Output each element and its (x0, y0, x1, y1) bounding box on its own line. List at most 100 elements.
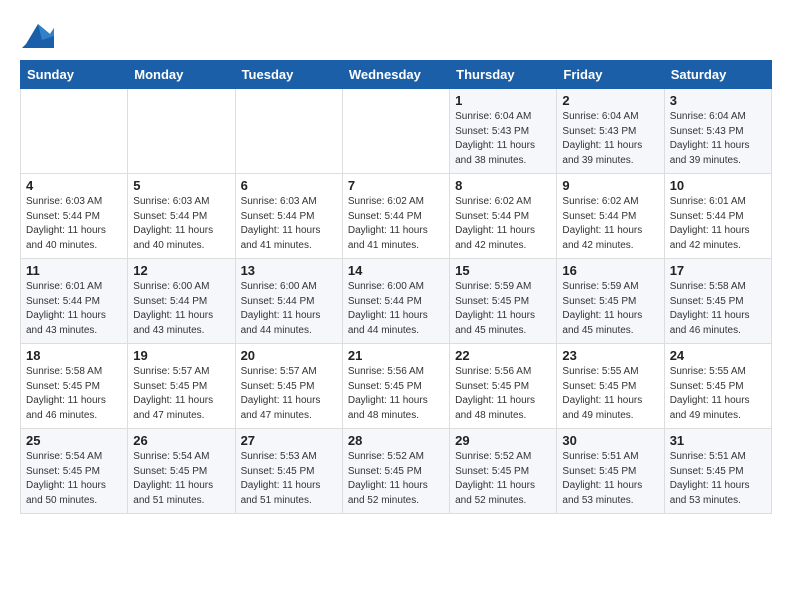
day-info: Sunrise: 6:03 AM Sunset: 5:44 PM Dayligh… (241, 195, 337, 253)
week-row-1: 1 Sunrise: 6:04 AM Sunset: 5:43 PM Daylig… (21, 89, 772, 174)
day-number: 8 (455, 178, 551, 193)
day-number: 4 (26, 178, 122, 193)
day-info: Sunrise: 5:54 AM Sunset: 5:45 PM Dayligh… (133, 450, 229, 508)
calendar-cell: 20Sunrise: 5:57 AM Sunset: 5:45 PM Dayli… (235, 344, 342, 429)
weekday-saturday: Saturday (664, 61, 771, 89)
day-info: Sunrise: 6:04 AM Sunset: 5:43 PM Dayligh… (455, 110, 551, 168)
day-number: 18 (26, 348, 122, 363)
calendar-cell: 27 Sunrise: 5:53 AM Sunset: 5:45 PM Dayli… (235, 429, 342, 514)
day-number: 25 (26, 433, 122, 448)
page: SundayMondayTuesdayWednesdayThursdayFrid… (0, 0, 792, 534)
calendar-cell: 13 Sunrise: 6:00 AM Sunset: 5:44 PM Dayli… (235, 259, 342, 344)
day-number: 7 (348, 178, 444, 193)
day-info: Sunrise: 5:58 AM Sunset: 5:45 PM Dayligh… (670, 280, 766, 338)
day-info: Sunrise: 5:59 AM Sunset: 5:45 PM Dayligh… (455, 280, 551, 338)
day-number: 21 (348, 348, 444, 363)
calendar-cell: 18 Sunrise: 5:58 AM Sunset: 5:45 PM Dayli… (21, 344, 128, 429)
day-info: Sunrise: 5:52 AM Sunset: 5:45 PM Dayligh… (348, 450, 444, 508)
day-number: 13 (241, 263, 337, 278)
calendar-cell: 17 Sunrise: 5:58 AM Sunset: 5:45 PM Dayli… (664, 259, 771, 344)
calendar-cell: 29 Sunrise: 5:52 AM Sunset: 5:45 PM Dayli… (450, 429, 557, 514)
day-number: 12 (133, 263, 229, 278)
calendar-cell (342, 89, 449, 174)
day-info: Sunrise: 6:01 AM Sunset: 5:44 PM Dayligh… (670, 195, 766, 253)
weekday-tuesday: Tuesday (235, 61, 342, 89)
weekday-wednesday: Wednesday (342, 61, 449, 89)
calendar-cell: 10Sunrise: 6:01 AM Sunset: 5:44 PM Dayli… (664, 174, 771, 259)
weekday-monday: Monday (128, 61, 235, 89)
calendar-cell: 22 Sunrise: 5:56 AM Sunset: 5:45 PM Dayli… (450, 344, 557, 429)
calendar-cell: 21 Sunrise: 5:56 AM Sunset: 5:45 PM Dayli… (342, 344, 449, 429)
day-info: Sunrise: 5:52 AM Sunset: 5:45 PM Dayligh… (455, 450, 551, 508)
logo (20, 20, 54, 48)
day-info: Sunrise: 6:03 AM Sunset: 5:44 PM Dayligh… (133, 195, 229, 253)
calendar-cell: 2 Sunrise: 6:04 AM Sunset: 5:43 PM Daylig… (557, 89, 664, 174)
day-info: Sunrise: 6:00 AM Sunset: 5:44 PM Dayligh… (241, 280, 337, 338)
day-info: Sunrise: 5:59 AM Sunset: 5:45 PM Dayligh… (562, 280, 658, 338)
day-info: Sunrise: 6:04 AM Sunset: 5:43 PM Dayligh… (562, 110, 658, 168)
calendar-cell: 25 Sunrise: 5:54 AM Sunset: 5:45 PM Dayli… (21, 429, 128, 514)
day-info: Sunrise: 5:55 AM Sunset: 5:45 PM Dayligh… (562, 365, 658, 423)
day-info: Sunrise: 5:56 AM Sunset: 5:45 PM Dayligh… (348, 365, 444, 423)
day-number: 27 (241, 433, 337, 448)
calendar-cell: 30 Sunrise: 5:51 AM Sunset: 5:45 PM Dayli… (557, 429, 664, 514)
day-number: 24 (670, 348, 766, 363)
day-info: Sunrise: 5:57 AM Sunset: 5:45 PM Dayligh… (133, 365, 229, 423)
logo-icon (22, 20, 54, 48)
day-number: 16 (562, 263, 658, 278)
calendar-cell: 8 Sunrise: 6:02 AM Sunset: 5:44 PM Daylig… (450, 174, 557, 259)
calendar-cell: 26 Sunrise: 5:54 AM Sunset: 5:45 PM Dayli… (128, 429, 235, 514)
calendar-cell: 16 Sunrise: 5:59 AM Sunset: 5:45 PM Dayli… (557, 259, 664, 344)
calendar-cell: 19 Sunrise: 5:57 AM Sunset: 5:45 PM Dayli… (128, 344, 235, 429)
day-info: Sunrise: 5:54 AM Sunset: 5:45 PM Dayligh… (26, 450, 122, 508)
calendar-cell: 11 Sunrise: 6:01 AM Sunset: 5:44 PM Dayli… (21, 259, 128, 344)
week-row-3: 11 Sunrise: 6:01 AM Sunset: 5:44 PM Dayli… (21, 259, 772, 344)
day-number: 17 (670, 263, 766, 278)
day-info: Sunrise: 5:55 AM Sunset: 5:45 PM Dayligh… (670, 365, 766, 423)
calendar-cell: 3Sunrise: 6:04 AM Sunset: 5:43 PM Daylig… (664, 89, 771, 174)
day-info: Sunrise: 6:01 AM Sunset: 5:44 PM Dayligh… (26, 280, 122, 338)
calendar-cell: 1 Sunrise: 6:04 AM Sunset: 5:43 PM Daylig… (450, 89, 557, 174)
day-number: 5 (133, 178, 229, 193)
day-number: 30 (562, 433, 658, 448)
day-info: Sunrise: 6:04 AM Sunset: 5:43 PM Dayligh… (670, 110, 766, 168)
day-number: 14 (348, 263, 444, 278)
day-number: 20 (241, 348, 337, 363)
day-info: Sunrise: 6:00 AM Sunset: 5:44 PM Dayligh… (133, 280, 229, 338)
calendar-cell: 28 Sunrise: 5:52 AM Sunset: 5:45 PM Dayli… (342, 429, 449, 514)
day-info: Sunrise: 6:02 AM Sunset: 5:44 PM Dayligh… (455, 195, 551, 253)
day-number: 19 (133, 348, 229, 363)
day-number: 11 (26, 263, 122, 278)
day-number: 23 (562, 348, 658, 363)
weekday-sunday: Sunday (21, 61, 128, 89)
day-info: Sunrise: 5:51 AM Sunset: 5:45 PM Dayligh… (670, 450, 766, 508)
day-number: 2 (562, 93, 658, 108)
day-number: 28 (348, 433, 444, 448)
day-number: 26 (133, 433, 229, 448)
day-info: Sunrise: 5:53 AM Sunset: 5:45 PM Dayligh… (241, 450, 337, 508)
day-info: Sunrise: 5:56 AM Sunset: 5:45 PM Dayligh… (455, 365, 551, 423)
day-number: 31 (670, 433, 766, 448)
weekday-friday: Friday (557, 61, 664, 89)
day-info: Sunrise: 5:51 AM Sunset: 5:45 PM Dayligh… (562, 450, 658, 508)
calendar-cell: 4 Sunrise: 6:03 AM Sunset: 5:44 PM Daylig… (21, 174, 128, 259)
day-number: 29 (455, 433, 551, 448)
day-number: 22 (455, 348, 551, 363)
calendar-cell (128, 89, 235, 174)
day-info: Sunrise: 6:00 AM Sunset: 5:44 PM Dayligh… (348, 280, 444, 338)
calendar-cell (235, 89, 342, 174)
day-info: Sunrise: 6:02 AM Sunset: 5:44 PM Dayligh… (562, 195, 658, 253)
calendar-cell: 12 Sunrise: 6:00 AM Sunset: 5:44 PM Dayli… (128, 259, 235, 344)
day-info: Sunrise: 5:58 AM Sunset: 5:45 PM Dayligh… (26, 365, 122, 423)
calendar-cell: 15Sunrise: 5:59 AM Sunset: 5:45 PM Dayli… (450, 259, 557, 344)
day-info: Sunrise: 6:03 AM Sunset: 5:44 PM Dayligh… (26, 195, 122, 253)
calendar-cell: 6Sunrise: 6:03 AM Sunset: 5:44 PM Daylig… (235, 174, 342, 259)
calendar-cell: 7Sunrise: 6:02 AM Sunset: 5:44 PM Daylig… (342, 174, 449, 259)
header (20, 20, 772, 48)
calendar-cell: 5 Sunrise: 6:03 AM Sunset: 5:44 PM Daylig… (128, 174, 235, 259)
calendar-cell: 23 Sunrise: 5:55 AM Sunset: 5:45 PM Dayli… (557, 344, 664, 429)
day-number: 1 (455, 93, 551, 108)
calendar-cell: 9Sunrise: 6:02 AM Sunset: 5:44 PM Daylig… (557, 174, 664, 259)
calendar: SundayMondayTuesdayWednesdayThursdayFrid… (20, 60, 772, 514)
calendar-cell (21, 89, 128, 174)
